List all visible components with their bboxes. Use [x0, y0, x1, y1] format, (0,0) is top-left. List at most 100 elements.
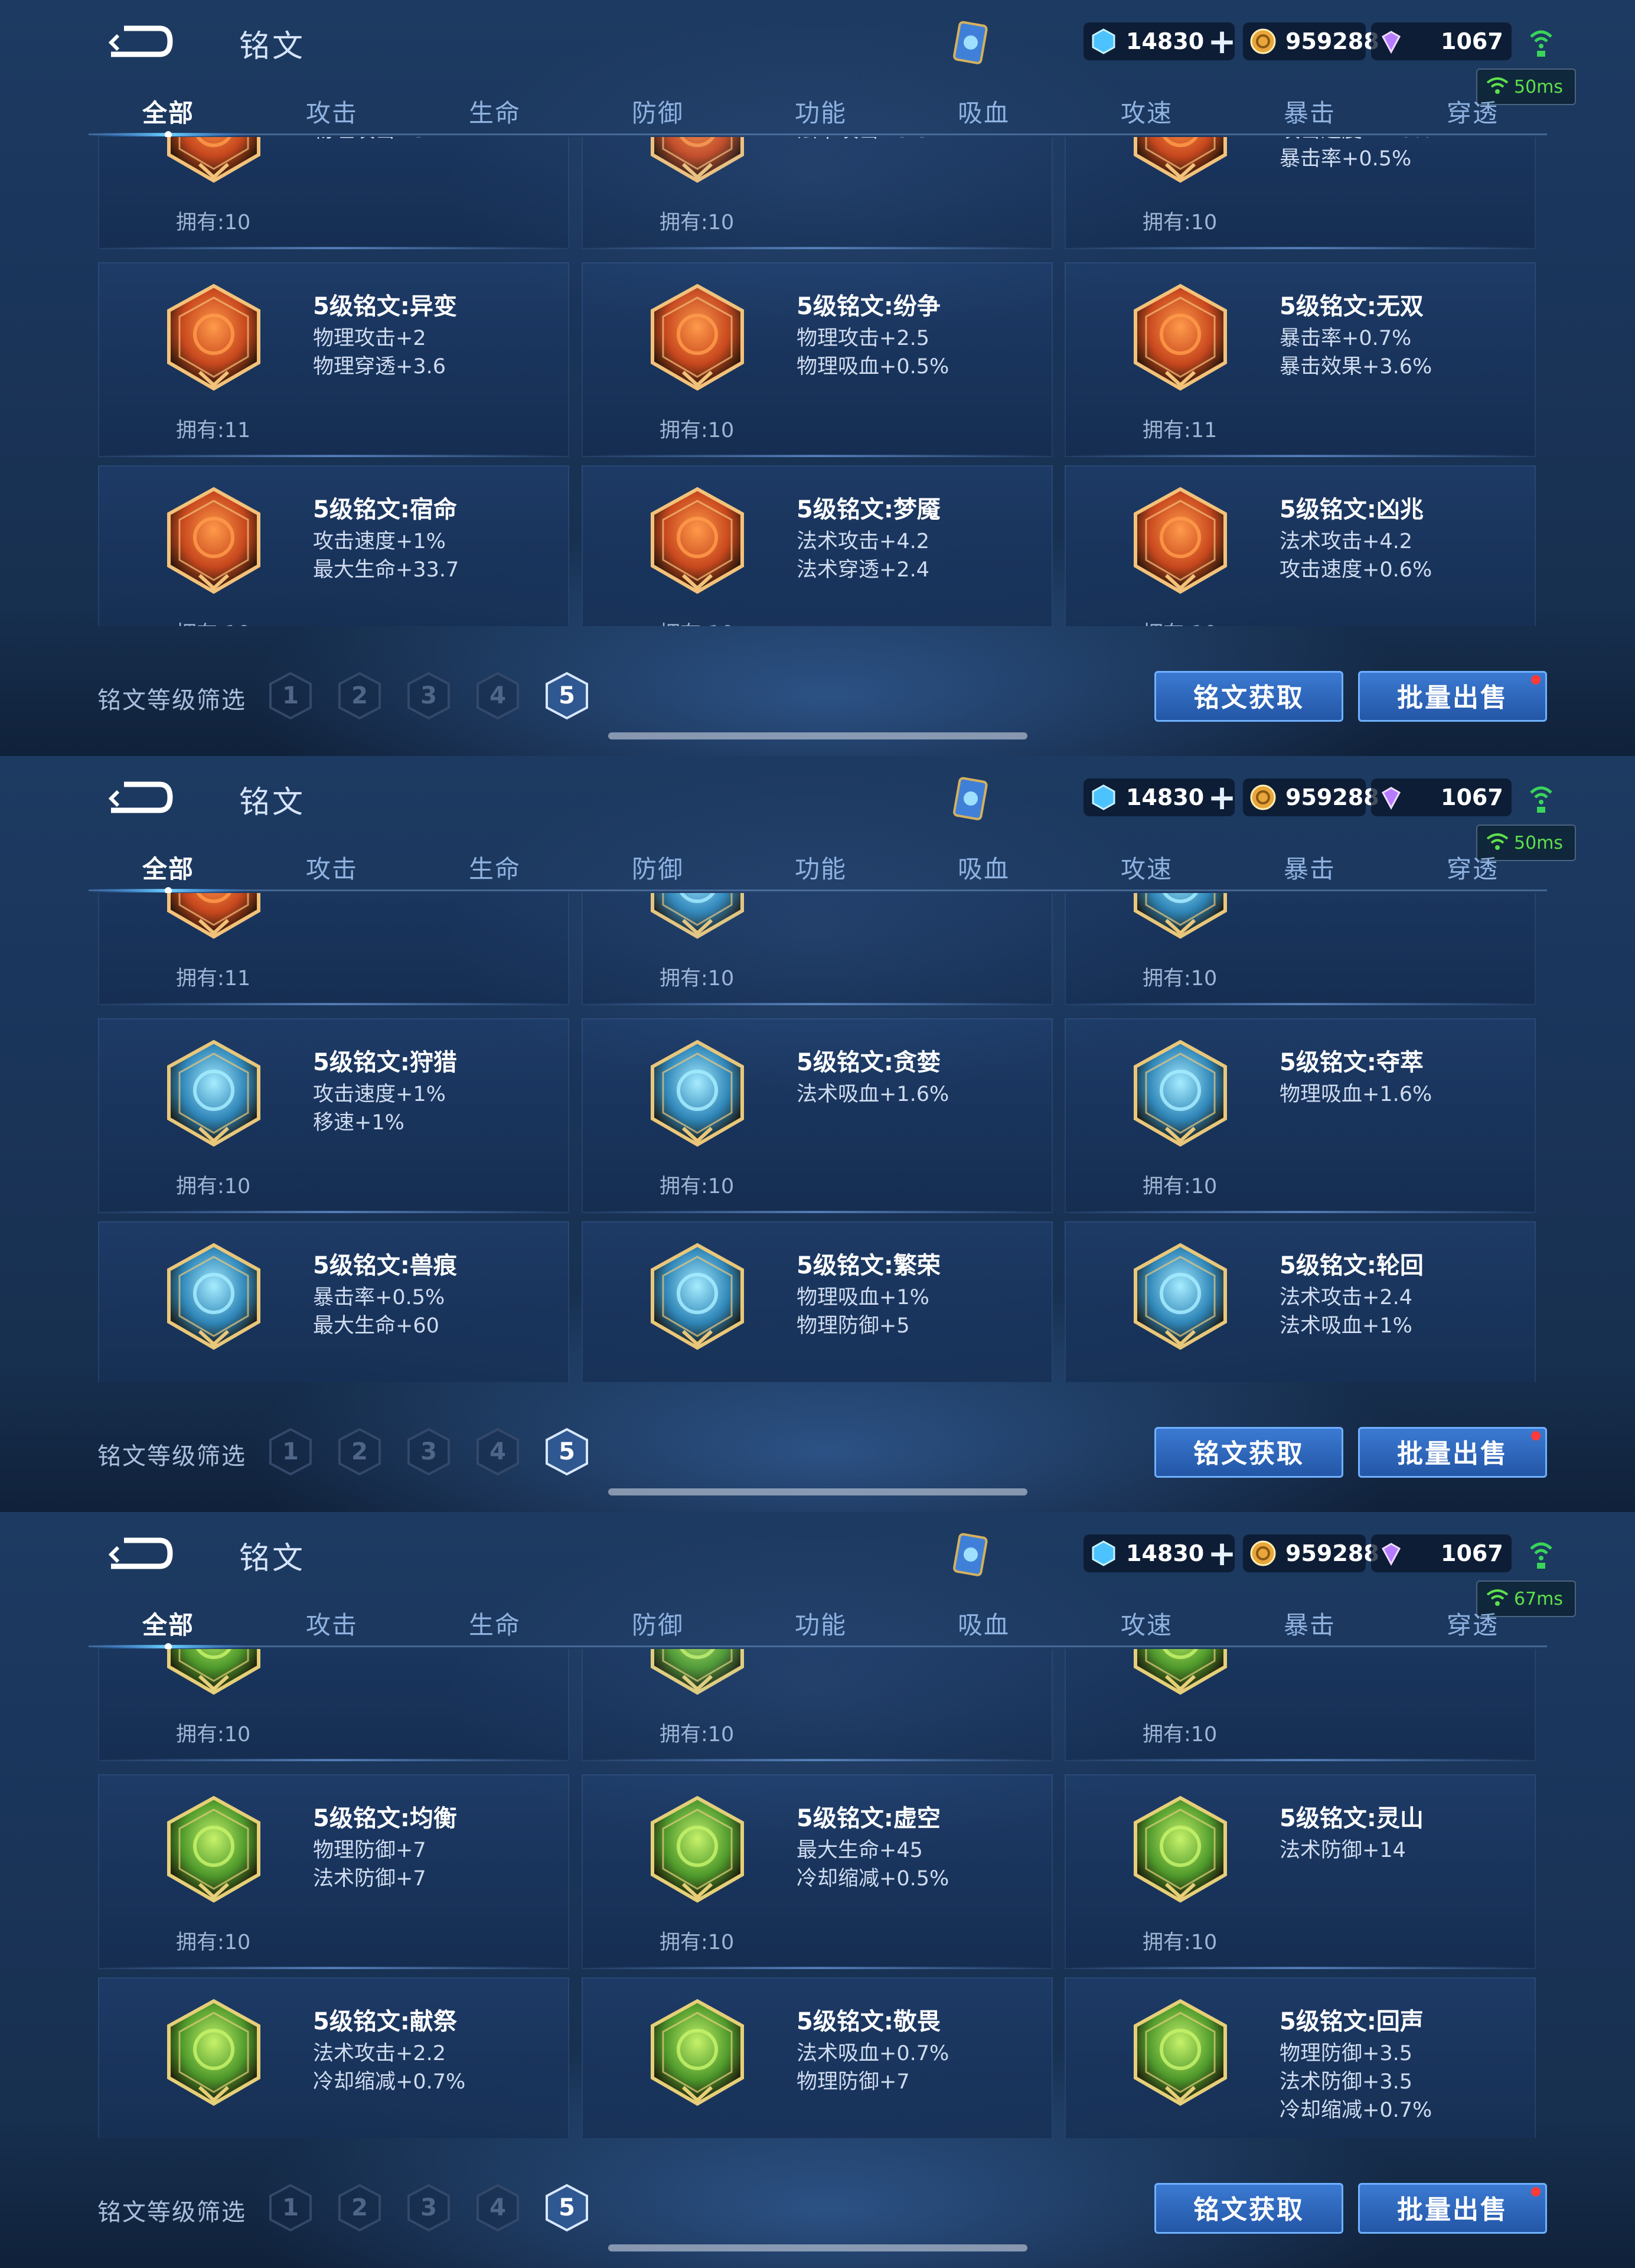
rune-card[interactable]: 物理防御+14拥有:10	[1065, 1649, 1536, 1761]
rune-card[interactable]: 5级铭文:回声 物理防御+3.5 法术防御+3.5 冷却缩减+0.7%	[1065, 1977, 1536, 2138]
rune-icon	[164, 284, 263, 391]
tab-3[interactable]: 生命	[469, 849, 521, 885]
rune-card[interactable]: 最大生命+90拥有:10	[582, 893, 1053, 1005]
plus-icon[interactable]: +	[1208, 24, 1236, 58]
level-filter-2[interactable]: 2	[336, 2183, 383, 2233]
level-filter-2[interactable]: 2	[336, 671, 383, 721]
get-rune-button[interactable]: 铭文获取	[1154, 1427, 1343, 1478]
tab-2[interactable]: 攻击	[306, 93, 358, 129]
gem-counter[interactable]: 14830 +	[1084, 22, 1236, 60]
rune-card[interactable]: 5级铭文:狩猎 攻击速度+1% 移速+1% 拥有:10	[98, 1018, 569, 1213]
get-rune-button[interactable]: 铭文获取	[1154, 2183, 1343, 2234]
tab-9[interactable]: 穿透	[1447, 93, 1499, 129]
level-filter-1[interactable]: 1	[267, 671, 314, 721]
rune-card-icon[interactable]	[945, 19, 994, 69]
rune-card[interactable]: 5级铭文:无双 暴击率+0.7% 暴击效果+3.6% 拥有:11	[1065, 262, 1536, 457]
level-number: 3	[420, 682, 437, 709]
level-filter-1[interactable]: 1	[267, 1427, 314, 1477]
level-filter-5[interactable]: 5	[543, 671, 590, 721]
gem-counter[interactable]: 14830 +	[1084, 1534, 1236, 1572]
level-filter-4[interactable]: 4	[474, 671, 521, 721]
tab-7[interactable]: 攻速	[1121, 1605, 1173, 1641]
tab-1[interactable]: 全部	[142, 849, 194, 885]
rune-card[interactable]: 暴击率+1.6%拥有:11	[98, 893, 569, 1005]
rune-card[interactable]: 5级铭文:纷争 物理攻击+2.5 物理吸血+0.5% 拥有:10	[582, 262, 1053, 457]
rune-icon	[1131, 1999, 1230, 2106]
rune-card[interactable]: 5级铭文:梦魇法术攻击+4.2 法术穿透+2.4 拥有:10	[582, 465, 1053, 626]
rune-card[interactable]: 5级铭文:献祭 法术攻击+2.2 冷却缩减+0.7%	[98, 1977, 569, 2138]
tab-2[interactable]: 攻击	[306, 1605, 358, 1641]
rune-card[interactable]: 5级铭文:红方攻击速度+1.6%暴击率+0.5%拥有:10	[1065, 137, 1536, 249]
rune-stat: 最大生命+60	[313, 1314, 439, 1338]
tab-4[interactable]: 防御	[632, 93, 684, 129]
level-filter-4[interactable]: 4	[474, 2183, 521, 2233]
home-indicator[interactable]	[608, 732, 1027, 739]
level-filter-5[interactable]: 5	[543, 2183, 590, 2233]
rune-card[interactable]: 最大生命+60每5秒回血+7拥有:10	[1065, 893, 1536, 1005]
tab-9[interactable]: 穿透	[1447, 849, 1499, 885]
level-filter-4[interactable]: 4	[474, 1427, 521, 1477]
rune-card[interactable]: 5级铭文:繁荣 物理吸血+1% 物理防御+5	[582, 1221, 1053, 1382]
rune-card[interactable]: 5级铭文:凶兆法术攻击+4.2 攻击速度+0.6% 拥有:10	[1065, 465, 1536, 626]
rune-icon	[648, 1243, 747, 1350]
rune-card[interactable]: 5级铭文:夺萃 物理吸血+1.6% 拥有:10	[1065, 1018, 1536, 1213]
rune-count: 拥有:11	[176, 967, 251, 990]
tab-1[interactable]: 全部	[142, 93, 194, 129]
back-button[interactable]	[100, 774, 177, 821]
rune-card[interactable]: 5级铭文:异变 物理攻击+2 物理穿透+3.6 拥有:11	[98, 262, 569, 457]
tab-8[interactable]: 暴击	[1284, 93, 1336, 129]
bulk-sell-button[interactable]: 批量出售	[1358, 2183, 1547, 2234]
rune-card[interactable]: 5级铭文:虚空 最大生命+45 冷却缩减+0.5% 拥有:10	[582, 1774, 1053, 1969]
get-rune-button[interactable]: 铭文获取	[1154, 671, 1343, 722]
rune-card[interactable]: 5级铭文:均衡 物理防御+7 法术防御+7 拥有:10	[98, 1774, 569, 1969]
back-button[interactable]	[100, 18, 177, 65]
tab-8[interactable]: 暴击	[1284, 1605, 1336, 1641]
rune-card[interactable]: 5级铭文:敬畏 法术吸血+0.7% 物理防御+7	[582, 1977, 1053, 2138]
tab-5[interactable]: 功能	[795, 1605, 847, 1641]
tab-7[interactable]: 攻速	[1121, 93, 1173, 129]
rune-card[interactable]: 5级铭文:轮回 法术攻击+2.4 法术吸血+1%	[1065, 1221, 1536, 1382]
gem-counter[interactable]: 14830 +	[1084, 778, 1236, 816]
rune-card[interactable]: 5级铭文:灵山 法术防御+14 拥有:10	[1065, 1774, 1536, 1969]
level-filter-3[interactable]: 3	[405, 671, 452, 721]
tab-3[interactable]: 生命	[469, 1605, 521, 1641]
back-button[interactable]	[100, 1530, 177, 1577]
tab-5[interactable]: 功能	[795, 849, 847, 885]
tab-9[interactable]: 穿透	[1447, 1605, 1499, 1641]
tab-6[interactable]: 吸血	[958, 849, 1010, 885]
tab-1[interactable]: 全部	[142, 1605, 194, 1641]
rune-card[interactable]: 5级铭文:红月法术攻击+5.3拥有:10	[582, 137, 1053, 249]
rune-card[interactable]: 攻击速度+0.6%法术穿透+6.4拥有:10	[98, 1649, 569, 1761]
home-indicator[interactable]	[608, 2244, 1027, 2251]
tab-7[interactable]: 攻速	[1121, 849, 1173, 885]
tab-2[interactable]: 攻击	[306, 849, 358, 885]
level-filter-1[interactable]: 1	[267, 2183, 314, 2233]
level-filter-2[interactable]: 2	[336, 1427, 383, 1477]
tab-8[interactable]: 暴击	[1284, 849, 1336, 885]
gold-value: 959288	[1285, 1540, 1379, 1566]
rune-card[interactable]: 5级铭文:兽痕 暴击率+0.5% 最大生命+60	[98, 1221, 569, 1382]
rune-card-icon[interactable]	[945, 1531, 994, 1581]
rune-card[interactable]: 冷却缩减+1%拥有:10	[582, 1649, 1053, 1761]
bulk-sell-button[interactable]: 批量出售	[1358, 1427, 1547, 1478]
tab-4[interactable]: 防御	[632, 849, 684, 885]
level-filter-5[interactable]: 5	[543, 1427, 590, 1477]
rune-icon	[164, 487, 263, 594]
tab-3[interactable]: 生命	[469, 93, 521, 129]
page-title: 铭文	[239, 29, 306, 64]
rune-card-icon[interactable]	[945, 775, 994, 825]
tab-6[interactable]: 吸血	[958, 1605, 1010, 1641]
plus-icon[interactable]: +	[1208, 780, 1236, 814]
level-filter-3[interactable]: 3	[405, 1427, 452, 1477]
rune-stat: 物理防御+3.5	[1280, 2042, 1412, 2065]
tab-4[interactable]: 防御	[632, 1605, 684, 1641]
tab-6[interactable]: 吸血	[958, 93, 1010, 129]
tab-5[interactable]: 功能	[795, 93, 847, 129]
home-indicator[interactable]	[608, 1488, 1027, 1495]
bulk-sell-button[interactable]: 批量出售	[1358, 671, 1547, 722]
rune-card[interactable]: 5级铭文:贪婪 法术吸血+1.6% 拥有:10	[582, 1018, 1053, 1213]
level-filter-3[interactable]: 3	[405, 2183, 452, 2233]
plus-icon[interactable]: +	[1208, 1536, 1236, 1570]
rune-card[interactable]: 5级铭文:宿命攻击速度+1% 最大生命+33.7 拥有:10	[98, 465, 569, 626]
rune-card[interactable]: 5级铭文:传承物理攻击+3.2拥有:10	[98, 137, 569, 249]
